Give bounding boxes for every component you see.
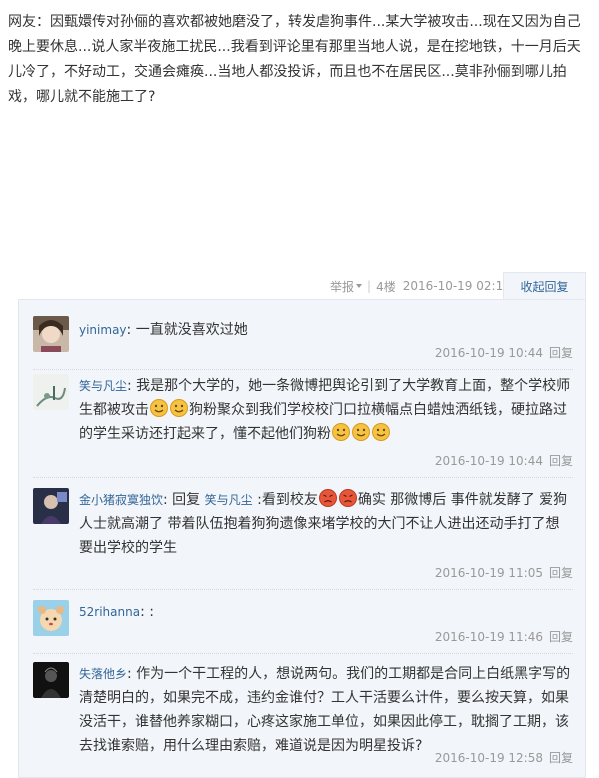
comment-text: : [144,604,154,620]
comment-content: 金小猪寂寞独饮: 回复 笑与凡尘 :看到校友 确实 那微博后 事件就发酵了 爱狗人… [79,488,573,560]
chevron-down-icon [356,284,363,288]
list-item: yinimay: 一直就没喜欢过她 2016-10-19 10:44 回复 [33,316,573,370]
comment-timestamp: 2016-10-19 12:58 [434,751,543,765]
post-body: 网友：因甄嬛传对孙俪的喜欢都被她磨没了，转发虐狗事件...某大学被攻击...现在… [8,14,581,105]
smile-emoji-icon [352,423,370,441]
divider: | [367,279,372,293]
avatar[interactable] [33,374,69,410]
angry-emoji-icon [318,489,337,507]
comment-timestamp: 2016-10-19 10:44 [434,454,543,468]
comment-content: 失落他乡: 作为一个干工程的人，想说两句。我们的工期都是合同上白纸黑字写的清楚明… [79,662,573,758]
list-item: 52rihanna: : 2016-10-19 11:46 回复 [33,600,573,654]
comment-text: 一直就没喜欢过她 [131,322,248,338]
comment-text: 作为一个干工程的人，想说两句。我们的工期都是合同上白纸黑字写的清楚明白的，如果完… [79,666,571,754]
reply-target-link[interactable]: 笑与凡尘 [205,493,253,507]
divider [33,653,573,654]
list-item: 笑与凡尘: 我是那个大学的，她一条微博把舆论引到了大学教育上面，整个学校师生都被… [33,374,573,478]
reply-button[interactable]: 回复 [549,346,573,360]
username-link[interactable]: yinimay [79,323,127,337]
comment-footer: 2016-10-19 10:44 回复 [435,452,573,469]
smile-emoji-icon [150,399,168,417]
smile-emoji-icon [170,399,188,417]
divider [33,477,573,478]
floor-number: 4楼 [376,279,396,294]
comment-content: 笑与凡尘: 我是那个大学的，她一条微博把舆论引到了大学教育上面，整个学校师生都被… [79,374,573,446]
username-link[interactable]: 金小猪寂寞独饮 [79,493,163,507]
comment-text: :看到校友 [252,492,318,508]
username-link[interactable]: 52rihanna [79,605,140,619]
floor-timestamp: 2016-10-19 02:18 [402,279,511,293]
reply-word: 回复 [167,492,205,508]
report-link[interactable]: 举报 [330,278,363,295]
avatar[interactable] [33,488,69,524]
avatar[interactable] [33,316,69,352]
list-item: 失落他乡: 作为一个干工程的人，想说两句。我们的工期都是合同上白纸黑字写的清楚明… [33,662,573,772]
avatar[interactable] [33,600,69,636]
comment-timestamp: 2016-10-19 11:46 [434,630,543,644]
comment-content: yinimay: 一直就没喜欢过她 [79,318,573,342]
comment-footer: 2016-10-19 11:05 回复 [435,564,573,581]
comment-footer: 2016-10-19 11:46 回复 [435,628,573,645]
reply-button[interactable]: 回复 [549,630,573,644]
reply-button[interactable]: 回复 [549,454,573,468]
comment-content: 52rihanna: : [79,600,573,624]
smile-emoji-icon [332,423,350,441]
username-link[interactable]: 笑与凡尘 [79,379,127,393]
smile-emoji-icon [372,423,390,441]
username-link[interactable]: 失落他乡 [79,667,127,681]
divider [33,369,573,370]
avatar[interactable] [33,662,69,698]
comment-footer: 2016-10-19 10:44 回复 [435,344,573,361]
floor-meta: 举报 | 4楼 2016-10-19 02:18 [330,274,511,298]
comment-timestamp: 2016-10-19 10:44 [434,346,543,360]
comment-timestamp: 2016-10-19 11:05 [434,566,543,580]
angry-emoji-icon [338,489,357,507]
fold-replies-button[interactable]: 收起回复 [503,272,586,300]
reply-button[interactable]: 回复 [549,751,573,765]
reply-button[interactable]: 回复 [549,566,573,580]
report-label: 举报 [330,279,355,294]
list-item: 金小猪寂寞独饮: 回复 笑与凡尘 :看到校友 确实 那微博后 事件就发酵了 爱狗人… [33,488,573,590]
comment-footer: 2016-10-19 12:58 回复 [435,749,573,766]
reply-list: yinimay: 一直就没喜欢过她 2016-10-19 10:44 回复 笑与凡… [18,299,586,778]
divider [33,589,573,590]
